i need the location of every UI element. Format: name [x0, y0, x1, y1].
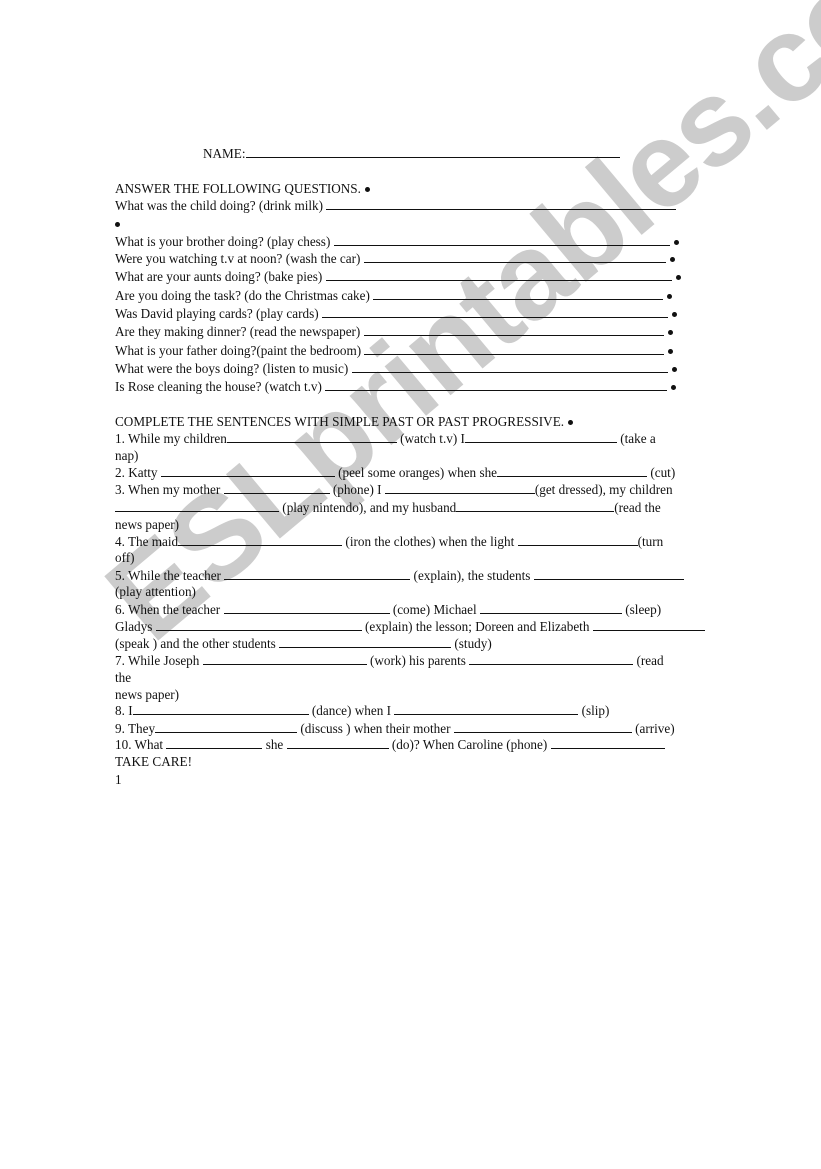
answer-blank[interactable] [550, 736, 665, 749]
answer-blank[interactable] [394, 702, 579, 715]
answer-blank[interactable] [325, 378, 668, 391]
bullet-icon [673, 240, 679, 246]
answer-blank[interactable] [326, 197, 677, 210]
answer-blank[interactable] [333, 233, 670, 246]
bullet-icon [568, 420, 574, 426]
answer-blank[interactable] [321, 305, 668, 318]
worksheet-page: ESLprintables.com NAME: ANSWER THE FOLLO… [0, 0, 821, 1169]
page-number: 1 [115, 772, 122, 787]
answer-blank[interactable] [592, 618, 705, 631]
sentence-1: 1. While my children (watch t.v) I (take… [115, 430, 656, 446]
bullet-icon [671, 367, 677, 373]
question-row: Is Rose cleaning the house? (watch t.v) [115, 378, 677, 395]
answer-blank[interactable] [155, 618, 362, 631]
answer-blank[interactable] [155, 720, 298, 733]
section2-heading: COMPLETE THE SENTENCES WITH SIMPLE PAST … [115, 413, 574, 430]
bullet-icon [115, 222, 120, 228]
closing-text: TAKE CARE! [115, 754, 192, 769]
answer-blank[interactable] [479, 601, 622, 614]
answer-blank[interactable] [166, 736, 263, 749]
answer-blank[interactable] [364, 342, 665, 355]
answer-blank[interactable] [464, 430, 617, 443]
bullet-icon [364, 187, 370, 193]
answer-blank[interactable] [453, 720, 632, 733]
sentence-3: 3. When my mother (phone) I (get dressed… [115, 481, 673, 497]
sentence-7: 7. While Joseph (work) his parents (read [115, 652, 664, 668]
bullet-icon [675, 275, 681, 281]
bullet-icon [667, 294, 673, 300]
answer-blank[interactable] [202, 652, 367, 665]
answer-blank[interactable] [286, 736, 389, 749]
answer-blank[interactable] [160, 464, 335, 477]
question-row: What was the child doing? (drink milk) [115, 197, 677, 214]
answer-blank[interactable] [223, 601, 390, 614]
answer-blank[interactable] [325, 268, 672, 281]
name-field-row: NAME: [203, 145, 620, 162]
question-row: What is your brother doing? (play chess) [115, 233, 679, 250]
answer-blank[interactable] [351, 360, 668, 373]
sentence-5: 5. While the teacher (explain), the stud… [115, 567, 684, 584]
bullet-icon [671, 312, 677, 318]
bullet-icon [668, 349, 674, 355]
answer-blank[interactable] [132, 702, 309, 715]
answer-blank[interactable] [384, 481, 535, 494]
question-row: What were the boys doing? (listen to mus… [115, 360, 677, 377]
answer-blank[interactable] [178, 533, 343, 546]
bullet-icon [671, 385, 677, 391]
answer-blank[interactable] [363, 250, 666, 263]
answer-blank[interactable] [373, 287, 664, 300]
answer-blank[interactable] [497, 464, 648, 477]
question-row: Are you doing the task? (do the Christma… [115, 287, 673, 304]
sentence-4: 4. The maid (iron the clothes) when the … [115, 533, 664, 549]
answer-blank[interactable] [456, 499, 615, 512]
answer-blank[interactable] [115, 499, 279, 512]
question-row: Was David playing cards? (play cards) [115, 305, 677, 322]
bullet-icon [667, 330, 673, 336]
question-row: What is your father doing?(paint the bed… [115, 342, 674, 359]
question-row: Were you watching t.v at noon? (wash the… [115, 250, 675, 267]
section1-heading: ANSWER THE FOLLOWING QUESTIONS. [115, 180, 370, 197]
answer-blank[interactable] [226, 430, 397, 443]
sentence-2: 2. Katty (peel some oranges) when she (c… [115, 464, 676, 480]
sentence-6: 6. When the teacher (come) Michael (slee… [115, 601, 662, 617]
answer-blank[interactable] [469, 652, 634, 665]
sentence-10: 10. What she (do)? When Caroline (phone) [115, 736, 665, 753]
sentence-9: 9. They (discuss ) when their mother (ar… [115, 720, 675, 736]
name-label: NAME: [203, 146, 246, 161]
answer-blank[interactable] [363, 323, 664, 336]
answer-blank[interactable] [224, 567, 411, 580]
question-row: Are they making dinner? (read the newspa… [115, 323, 673, 340]
answer-blank[interactable] [223, 481, 330, 494]
answer-blank[interactable] [517, 533, 638, 546]
name-blank[interactable] [245, 145, 620, 158]
answer-blank[interactable] [533, 567, 684, 580]
answer-blank[interactable] [279, 635, 452, 648]
question-row: What are your aunts doing? (bake pies) [115, 268, 681, 285]
bullet-icon [669, 257, 675, 263]
sentence-8: 8. I (dance) when I (slip) [115, 702, 610, 718]
